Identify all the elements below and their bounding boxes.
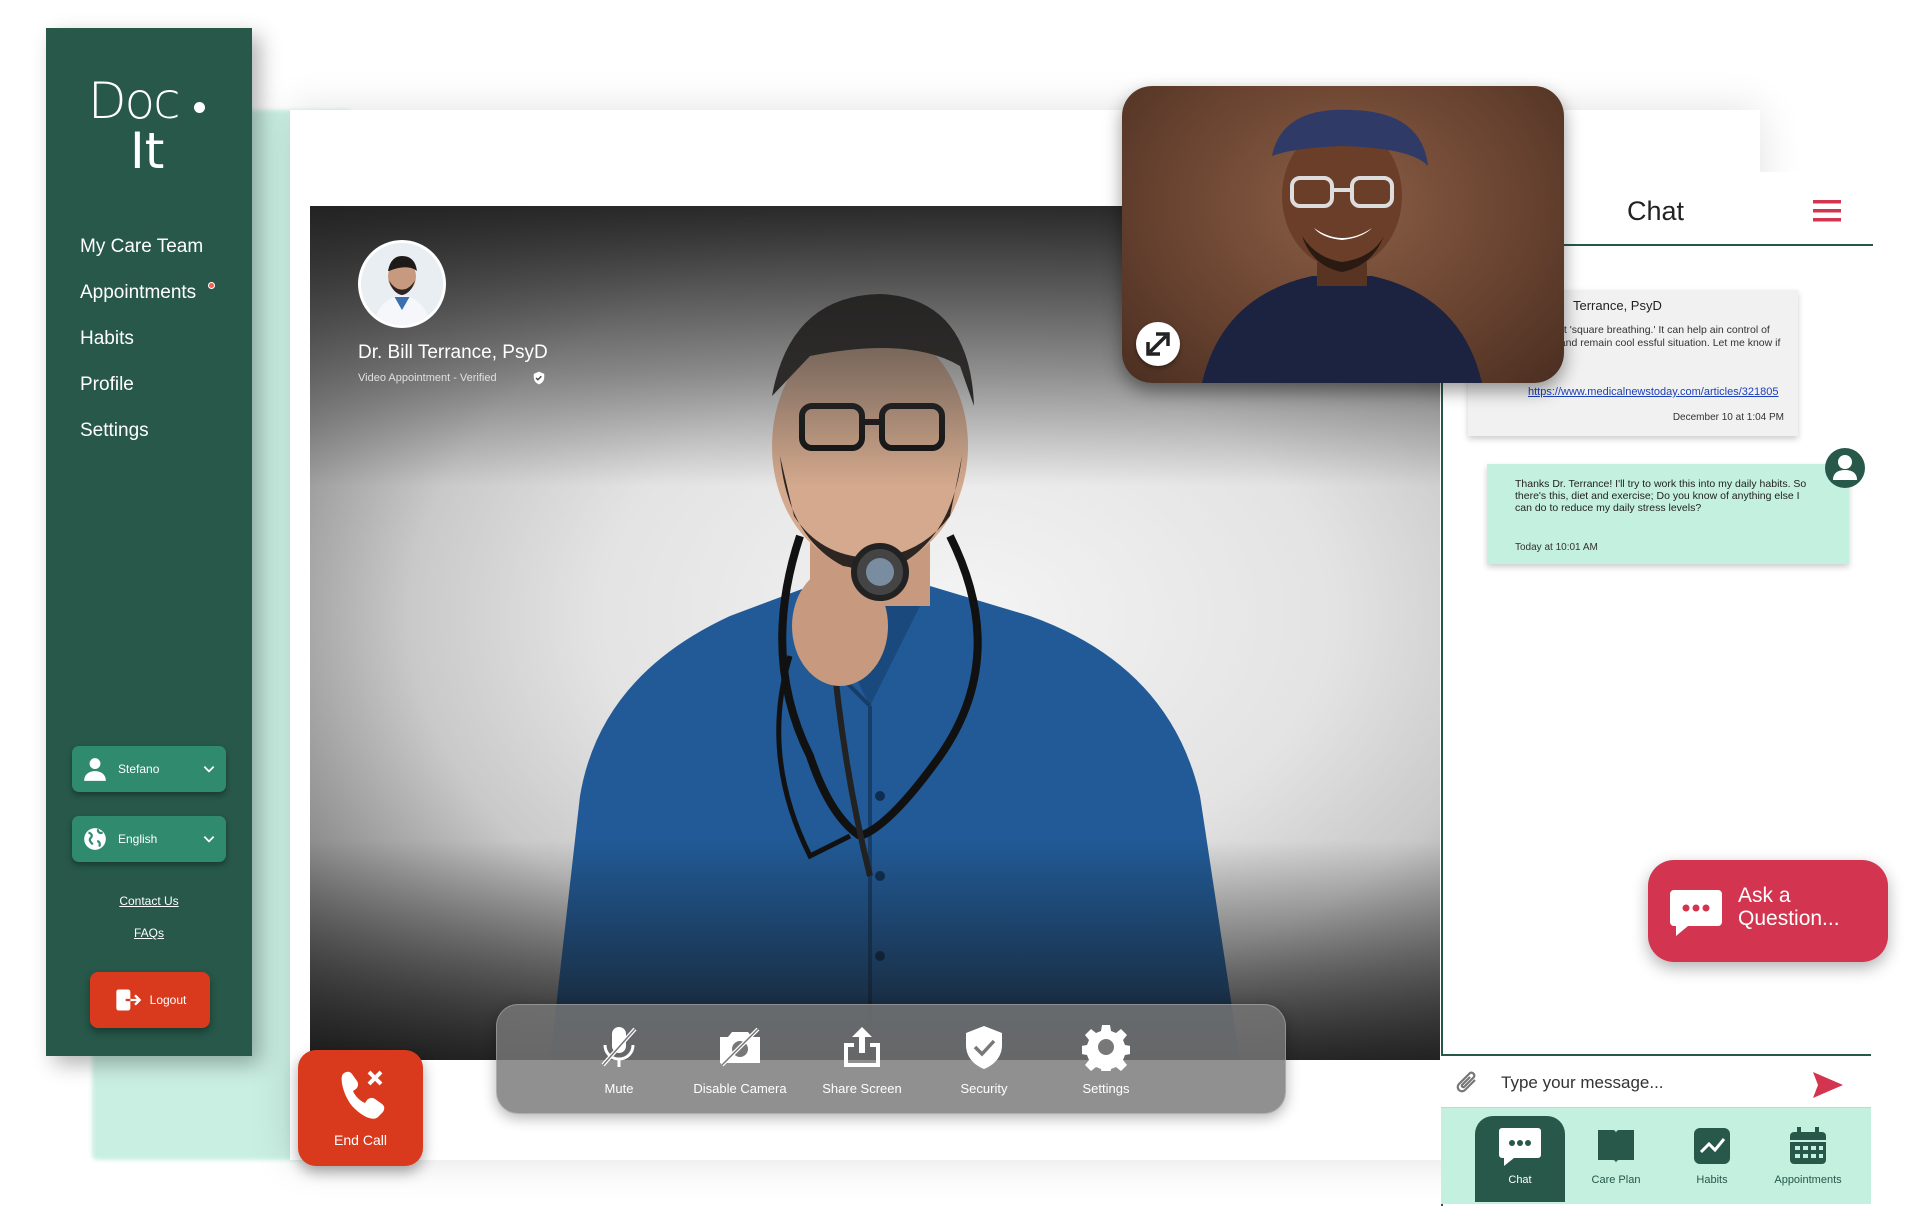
- patient-video-image: [1202, 109, 1482, 383]
- bottom-nav-habits[interactable]: Habits: [1667, 1116, 1757, 1202]
- faq-link[interactable]: FAQs: [46, 926, 252, 940]
- expand-icon[interactable]: [1136, 322, 1180, 366]
- self-view-video: [1122, 86, 1564, 383]
- user-avatar: [1825, 448, 1865, 488]
- share-screen-label: Share Screen: [822, 1081, 902, 1096]
- user-icon: [84, 758, 106, 781]
- gear-icon: [1082, 1025, 1130, 1071]
- security-label: Security: [960, 1081, 1008, 1096]
- ask-question-button[interactable]: Ask a Question...: [1648, 860, 1888, 962]
- bottom-nav-label: Appointments: [1774, 1174, 1842, 1186]
- message-sender: Terrance, PsyD: [1573, 298, 1662, 313]
- bottom-nav: Chat Care Plan Habits Appointments: [1441, 1108, 1871, 1204]
- mute-button[interactable]: Mute: [559, 1023, 679, 1096]
- language-select[interactable]: English: [72, 816, 226, 862]
- send-icon[interactable]: [1811, 1070, 1845, 1100]
- logout-icon: [115, 989, 141, 1011]
- book-icon: [1598, 1130, 1634, 1163]
- sidebar-item-habits[interactable]: Habits: [80, 316, 203, 362]
- ask-question-label: Ask a Question...: [1738, 884, 1840, 930]
- hamburger-menu-icon[interactable]: [1813, 200, 1841, 222]
- verified-shield-icon: [533, 371, 545, 385]
- mic-off-icon: [601, 1027, 637, 1067]
- app-screen: Doc It My Care Team Appointments Habits …: [0, 0, 1920, 1212]
- language-select-value: English: [118, 832, 158, 846]
- message-timestamp: December 10 at 1:04 PM: [1672, 412, 1784, 423]
- chart-icon: [1694, 1128, 1730, 1164]
- user-select-value: Stefano: [118, 762, 160, 776]
- bottom-nav-label: Chat: [1508, 1174, 1532, 1186]
- end-call-label: End Call: [334, 1132, 387, 1148]
- calendar-icon: [1790, 1127, 1826, 1164]
- sidebar-item-profile[interactable]: Profile: [80, 362, 203, 408]
- bottom-nav-label: Care Plan: [1591, 1174, 1641, 1186]
- attachment-icon[interactable]: [1455, 1070, 1481, 1098]
- shield-icon: [966, 1026, 1002, 1069]
- contact-us-link[interactable]: Contact Us: [46, 894, 252, 908]
- chevron-down-icon: [203, 836, 215, 843]
- chat-icon: [1499, 1128, 1541, 1166]
- notification-dot: [208, 282, 215, 289]
- end-call-icon: [341, 1070, 384, 1119]
- globe-icon: [84, 828, 106, 850]
- sidebar-item-appointments[interactable]: Appointments: [80, 270, 215, 316]
- share-icon: [844, 1027, 880, 1067]
- doctor-name: Dr. Bill Terrance, PsyD: [358, 342, 548, 363]
- settings-label: Settings: [1082, 1081, 1130, 1096]
- message-input[interactable]: [1501, 1066, 1791, 1100]
- bottom-nav-care-plan[interactable]: Care Plan: [1571, 1116, 1661, 1202]
- disable-camera-button[interactable]: Disable Camera: [680, 1023, 800, 1096]
- chat-title: Chat: [1627, 196, 1685, 226]
- sidebar-item-my-care-team[interactable]: My Care Team: [80, 224, 203, 270]
- chat-bubble-icon: [1670, 890, 1722, 936]
- logout-button[interactable]: Logout: [90, 972, 210, 1028]
- user-icon: [1833, 455, 1857, 480]
- bottom-nav-appointments[interactable]: Appointments: [1763, 1116, 1853, 1202]
- end-call-button[interactable]: End Call: [298, 1050, 423, 1166]
- bottom-nav-chat[interactable]: Chat: [1475, 1116, 1565, 1202]
- sidebar-item-label: Appointments: [80, 282, 197, 303]
- security-button[interactable]: Security: [924, 1023, 1044, 1096]
- doc-it-logo: Doc It: [88, 72, 228, 192]
- user-select[interactable]: Stefano: [72, 746, 226, 792]
- appointment-subtitle: Video Appointment - Verified: [358, 372, 497, 384]
- message-timestamp: Today at 10:01 AM: [1515, 542, 1598, 553]
- message-body: Thanks Dr. Terrance! I'll try to work th…: [1515, 478, 1807, 514]
- bottom-nav-label: Habits: [1696, 1174, 1728, 1186]
- sidebar-item-settings[interactable]: Settings: [80, 408, 203, 454]
- chat-input-bar: [1441, 1054, 1871, 1108]
- sidebar: Doc It My Care Team Appointments Habits …: [46, 28, 252, 1056]
- chevron-down-icon: [203, 766, 215, 773]
- doctor-avatar: [358, 240, 446, 328]
- logout-label: Logout: [149, 993, 187, 1007]
- sidebar-nav: My Care Team Appointments Habits Profile…: [80, 224, 215, 454]
- mute-label: Mute: [604, 1081, 634, 1096]
- share-screen-button[interactable]: Share Screen: [802, 1023, 922, 1096]
- outgoing-message: Thanks Dr. Terrance! I'll try to work th…: [1487, 464, 1849, 564]
- camera-off-icon: [720, 1027, 760, 1067]
- settings-button[interactable]: Settings: [1046, 1023, 1166, 1096]
- disable-camera-label: Disable Camera: [693, 1081, 787, 1096]
- call-controls-bar: Mute Disable Camera Share Screen Securit…: [496, 1004, 1286, 1114]
- message-link[interactable]: https://www.medicalnewstoday.com/article…: [1528, 386, 1778, 398]
